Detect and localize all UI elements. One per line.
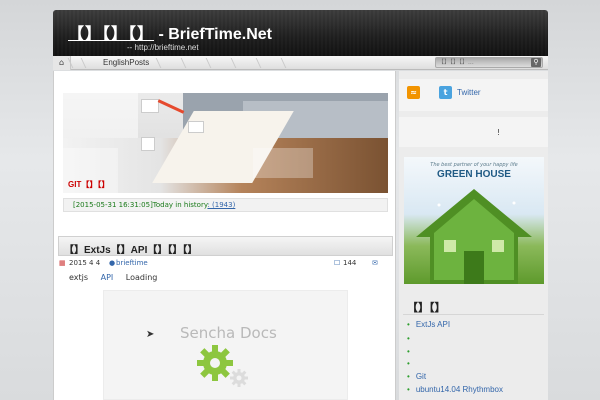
nav-separator [175,58,187,68]
nav-separator [75,58,87,68]
sidebar-list-item[interactable]: • ExtJs API [407,320,450,329]
site-title-cn[interactable]: 【】【】【】 [68,26,154,43]
history-prefix: [2015-05-31 16:31:05]Today in history [73,201,208,209]
sidebar: ≈ t Twitter ! The best partner of your h… [399,71,548,400]
nav-separator [150,58,162,68]
ad-tagline: The best partner of your happy life [430,162,518,168]
site-title[interactable]: 【】【】【】 - BriefTime.Net [68,20,272,44]
calendar-icon: ▦ [59,259,66,267]
search-box: ⚲ [435,57,543,68]
nav-separator [275,58,287,68]
tag-loading[interactable]: Loading [126,273,158,282]
nav-item-englishposts[interactable]: EnglishPosts [103,56,149,70]
post-views: 144 [343,259,357,267]
docs-title: Sencha Docs [180,324,277,342]
site-title-en[interactable]: BriefTime.Net [168,26,272,43]
sidebar-list-item[interactable]: • [407,334,416,343]
sidebar-list-item[interactable]: • [407,359,416,368]
nav-separator [250,58,262,68]
history-text: [2015-05-31 16:31:05]Today in history: (… [73,201,235,209]
slider-caption[interactable]: GIT【】【】 [68,179,109,190]
sidebar-list-item[interactable]: • Git [407,372,426,381]
sidebar-notice: ! [399,117,548,147]
social-row: ≈ t Twitter [399,79,548,111]
slider-image-stack [141,99,159,113]
tag-api[interactable]: API [101,273,114,282]
green-house-ad[interactable]: The best partner of your happy life GREE… [404,157,544,284]
post-title[interactable]: 【】ExtJs【】API【】【】【】 [64,241,197,256]
main-content: GIT【】【】 [2015-05-31 16:31:05]Today in hi… [53,71,396,400]
site-header: 【】【】【】 - BriefTime.Net -- http://briefti… [53,10,548,56]
search-input[interactable] [438,58,528,67]
views-icon: ☐ [334,259,341,267]
post-author[interactable]: brieftime [116,259,148,267]
history-bar: [2015-05-31 16:31:05]Today in history: (… [63,198,388,212]
sidebar-notice-text: ! [497,128,501,137]
nav-bar: ⌂ EnglishPosts ⚲ [53,56,548,70]
post-meta: ▦ 2015 4 4 ● brieftime ☐ 144 ✉ [59,259,389,269]
twitter-link[interactable]: Twitter [457,88,481,97]
post-tags: extjs API Loading [69,273,167,282]
slider-image-stack [188,121,204,133]
ad-title: GREEN HOUSE [437,169,511,180]
sidebar-list-item[interactable]: • ubuntu14.04 Rhythmbox [407,385,503,394]
nav-separator [225,58,237,68]
sidebar-divider [403,314,544,315]
post-title-bar: 【】ExtJs【】API【】【】【】 [58,236,393,256]
slider-image-stack [141,137,155,151]
history-link[interactable]: : (1943) [207,201,235,209]
featured-slider[interactable]: GIT【】【】 [63,93,388,193]
sencha-docs-image: Sencha Docs ➤ [103,290,348,400]
gear-icon [197,345,248,387]
twitter-icon[interactable]: t [439,86,452,99]
house-illustration [416,189,532,284]
comment-icon[interactable]: ✉ [372,259,378,267]
slider-image-arrow [157,99,185,114]
site-title-sep: - [154,26,169,43]
slider-mosaic-tile [63,93,138,138]
sidebar-list-item[interactable]: • [407,347,416,356]
rss-icon[interactable]: ≈ [407,86,420,99]
nav-separator [200,58,212,68]
sidebar-heading: 【】【】 [407,301,446,314]
tag-extjs[interactable]: extjs [69,273,88,282]
post-date: 2015 4 4 [69,259,101,267]
search-icon[interactable]: ⚲ [531,58,541,67]
site-url: -- http://brieftime.net [127,43,199,52]
slider-mosaic-tile [253,148,313,178]
cursor-icon: ➤ [146,329,155,340]
user-icon: ● [109,259,116,267]
